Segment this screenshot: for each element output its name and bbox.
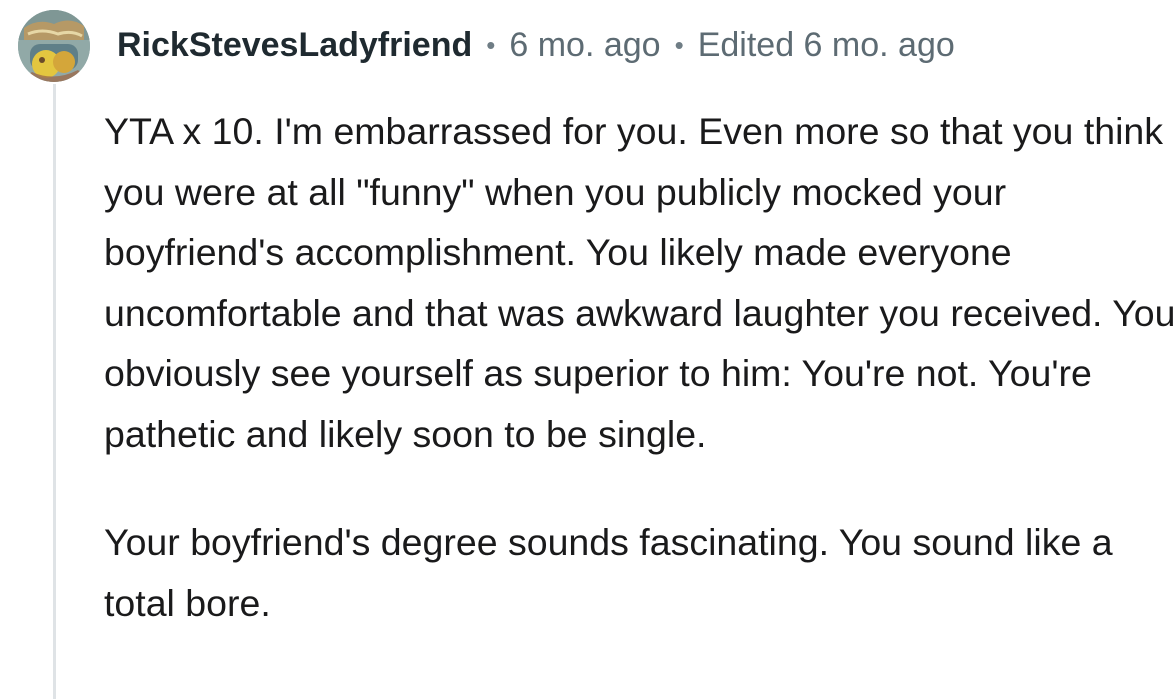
timestamp[interactable]: 6 mo. ago: [509, 22, 660, 68]
comment-body: YTA x 10. I'm embarrassed for you. Even …: [104, 101, 1176, 681]
thread-collapse-line[interactable]: [53, 84, 56, 699]
comment-paragraph: Your boyfriend's degree sounds fascinati…: [104, 521, 1113, 624]
separator-dot: •: [674, 30, 684, 60]
separator-dot: •: [486, 30, 496, 60]
avatar-image: [18, 10, 90, 82]
username-link[interactable]: RickStevesLadyfriend: [117, 22, 472, 68]
comment-paragraph: YTA x 10. I'm embarrassed for you. Even …: [104, 110, 1176, 455]
edited-label: Edited 6 mo. ago: [697, 26, 955, 64]
user-avatar-icon[interactable]: [18, 10, 90, 82]
comment: RickStevesLadyfriend • 6 mo. ago • Edite…: [0, 0, 1176, 699]
comment-header: RickStevesLadyfriend • 6 mo. ago • Edite…: [117, 22, 955, 68]
